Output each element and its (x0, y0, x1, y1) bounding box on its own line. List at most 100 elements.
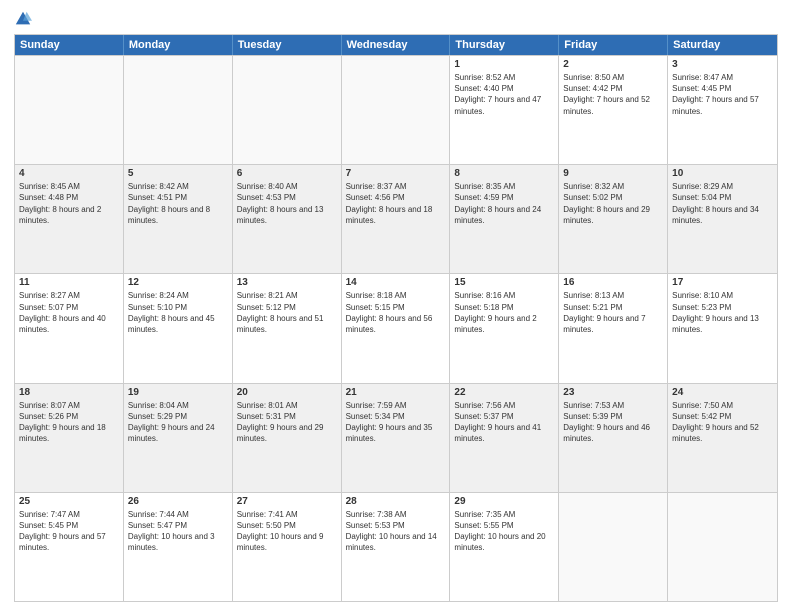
calendar-cell: 5 Sunrise: 8:42 AMSunset: 4:51 PMDaylight… (124, 165, 233, 273)
cell-sun-info: Sunrise: 8:10 AMSunset: 5:23 PMDaylight:… (672, 290, 773, 335)
day-number: 6 (237, 168, 337, 179)
cell-sun-info: Sunrise: 7:50 AMSunset: 5:42 PMDaylight:… (672, 400, 773, 445)
cell-sun-info: Sunrise: 7:59 AMSunset: 5:34 PMDaylight:… (346, 400, 446, 445)
header (14, 10, 778, 28)
calendar-cell: 6 Sunrise: 8:40 AMSunset: 4:53 PMDaylight… (233, 165, 342, 273)
logo (14, 10, 36, 28)
calendar-body: 1Sunrise: 8:52 AMSunset: 4:40 PMDaylight… (15, 55, 777, 601)
cell-sun-info: Sunrise: 8:04 AMSunset: 5:29 PMDaylight:… (128, 400, 228, 445)
day-number: 27 (237, 496, 337, 507)
day-number: 15 (454, 277, 554, 288)
cell-sun-info: Sunrise: 8:13 AMSunset: 5:21 PMDaylight:… (563, 290, 663, 335)
calendar-cell: 28 Sunrise: 7:38 AMSunset: 5:53 PMDayligh… (342, 493, 451, 601)
page: SundayMondayTuesdayWednesdayThursdayFrid… (0, 0, 792, 612)
header-day-wednesday: Wednesday (342, 35, 451, 55)
header-day-monday: Monday (124, 35, 233, 55)
day-number: 21 (346, 387, 446, 398)
calendar-cell: 18 Sunrise: 8:07 AMSunset: 5:26 PMDayligh… (15, 384, 124, 492)
calendar-cell: 21 Sunrise: 7:59 AMSunset: 5:34 PMDayligh… (342, 384, 451, 492)
calendar-cell: 23 Sunrise: 7:53 AMSunset: 5:39 PMDayligh… (559, 384, 668, 492)
calendar-header: SundayMondayTuesdayWednesdayThursdayFrid… (15, 35, 777, 55)
calendar-cell: 26 Sunrise: 7:44 AMSunset: 5:47 PMDayligh… (124, 493, 233, 601)
day-number: 12 (128, 277, 228, 288)
calendar-cell: 12 Sunrise: 8:24 AMSunset: 5:10 PMDayligh… (124, 274, 233, 382)
day-number: 8 (454, 168, 554, 179)
cell-sun-info: Sunrise: 8:47 AMSunset: 4:45 PMDaylight:… (672, 72, 773, 117)
day-number: 1 (454, 59, 554, 70)
day-number: 18 (19, 387, 119, 398)
header-day-friday: Friday (559, 35, 668, 55)
calendar-cell: 20Sunrise: 8:01 AMSunset: 5:31 PMDayligh… (233, 384, 342, 492)
calendar-cell (15, 56, 124, 164)
cell-sun-info: Sunrise: 7:47 AMSunset: 5:45 PMDaylight:… (19, 509, 119, 554)
cell-sun-info: Sunrise: 8:07 AMSunset: 5:26 PMDaylight:… (19, 400, 119, 445)
cell-sun-info: Sunrise: 7:56 AMSunset: 5:37 PMDaylight:… (454, 400, 554, 445)
calendar-cell: 24 Sunrise: 7:50 AMSunset: 5:42 PMDayligh… (668, 384, 777, 492)
cell-sun-info: Sunrise: 8:45 AMSunset: 4:48 PMDaylight:… (19, 181, 119, 226)
calendar-cell: 10 Sunrise: 8:29 AMSunset: 5:04 PMDayligh… (668, 165, 777, 273)
calendar-cell: 22 Sunrise: 7:56 AMSunset: 5:37 PMDayligh… (450, 384, 559, 492)
calendar-week-4: 18 Sunrise: 8:07 AMSunset: 5:26 PMDayligh… (15, 383, 777, 492)
calendar: SundayMondayTuesdayWednesdayThursdayFrid… (14, 34, 778, 602)
calendar-cell: 9Sunrise: 8:32 AMSunset: 5:02 PMDaylight… (559, 165, 668, 273)
cell-sun-info: Sunrise: 8:27 AMSunset: 5:07 PMDaylight:… (19, 290, 119, 335)
calendar-cell (342, 56, 451, 164)
header-day-thursday: Thursday (450, 35, 559, 55)
day-number: 19 (128, 387, 228, 398)
calendar-cell: 14Sunrise: 8:18 AMSunset: 5:15 PMDayligh… (342, 274, 451, 382)
day-number: 3 (672, 59, 773, 70)
calendar-cell: 16 Sunrise: 8:13 AMSunset: 5:21 PMDayligh… (559, 274, 668, 382)
calendar-cell: 15 Sunrise: 8:16 AMSunset: 5:18 PMDayligh… (450, 274, 559, 382)
day-number: 4 (19, 168, 119, 179)
day-number: 10 (672, 168, 773, 179)
day-number: 22 (454, 387, 554, 398)
day-number: 26 (128, 496, 228, 507)
cell-sun-info: Sunrise: 8:29 AMSunset: 5:04 PMDaylight:… (672, 181, 773, 226)
calendar-cell: 8 Sunrise: 8:35 AMSunset: 4:59 PMDaylight… (450, 165, 559, 273)
cell-sun-info: Sunrise: 8:37 AMSunset: 4:56 PMDaylight:… (346, 181, 446, 226)
cell-sun-info: Sunrise: 8:18 AMSunset: 5:15 PMDaylight:… (346, 290, 446, 335)
calendar-cell: 7 Sunrise: 8:37 AMSunset: 4:56 PMDaylight… (342, 165, 451, 273)
calendar-cell: 13 Sunrise: 8:21 AMSunset: 5:12 PMDayligh… (233, 274, 342, 382)
cell-sun-info: Sunrise: 7:41 AMSunset: 5:50 PMDaylight:… (237, 509, 337, 554)
header-day-sunday: Sunday (15, 35, 124, 55)
calendar-cell: 27 Sunrise: 7:41 AMSunset: 5:50 PMDayligh… (233, 493, 342, 601)
cell-sun-info: Sunrise: 8:50 AMSunset: 4:42 PMDaylight:… (563, 72, 663, 117)
cell-sun-info: Sunrise: 8:16 AMSunset: 5:18 PMDaylight:… (454, 290, 554, 335)
calendar-cell: 19 Sunrise: 8:04 AMSunset: 5:29 PMDayligh… (124, 384, 233, 492)
calendar-cell: 25Sunrise: 7:47 AMSunset: 5:45 PMDayligh… (15, 493, 124, 601)
calendar-cell (668, 493, 777, 601)
calendar-week-2: 4 Sunrise: 8:45 AMSunset: 4:48 PMDaylight… (15, 164, 777, 273)
day-number: 11 (19, 277, 119, 288)
calendar-cell (559, 493, 668, 601)
cell-sun-info: Sunrise: 7:53 AMSunset: 5:39 PMDaylight:… (563, 400, 663, 445)
day-number: 5 (128, 168, 228, 179)
day-number: 2 (563, 59, 663, 70)
calendar-cell: 1Sunrise: 8:52 AMSunset: 4:40 PMDaylight… (450, 56, 559, 164)
logo-icon (14, 10, 32, 28)
calendar-cell: 11 Sunrise: 8:27 AMSunset: 5:07 PMDayligh… (15, 274, 124, 382)
cell-sun-info: Sunrise: 7:44 AMSunset: 5:47 PMDaylight:… (128, 509, 228, 554)
day-number: 17 (672, 277, 773, 288)
cell-sun-info: Sunrise: 8:24 AMSunset: 5:10 PMDaylight:… (128, 290, 228, 335)
day-number: 23 (563, 387, 663, 398)
cell-sun-info: Sunrise: 7:38 AMSunset: 5:53 PMDaylight:… (346, 509, 446, 554)
cell-sun-info: Sunrise: 8:40 AMSunset: 4:53 PMDaylight:… (237, 181, 337, 226)
calendar-week-3: 11 Sunrise: 8:27 AMSunset: 5:07 PMDayligh… (15, 273, 777, 382)
calendar-cell: 3 Sunrise: 8:47 AMSunset: 4:45 PMDaylight… (668, 56, 777, 164)
day-number: 7 (346, 168, 446, 179)
cell-sun-info: Sunrise: 8:21 AMSunset: 5:12 PMDaylight:… (237, 290, 337, 335)
calendar-cell: 2 Sunrise: 8:50 AMSunset: 4:42 PMDaylight… (559, 56, 668, 164)
day-number: 13 (237, 277, 337, 288)
cell-sun-info: Sunrise: 8:35 AMSunset: 4:59 PMDaylight:… (454, 181, 554, 226)
day-number: 24 (672, 387, 773, 398)
day-number: 28 (346, 496, 446, 507)
cell-sun-info: Sunrise: 8:01 AMSunset: 5:31 PMDaylight:… (237, 400, 337, 445)
day-number: 29 (454, 496, 554, 507)
cell-sun-info: Sunrise: 8:42 AMSunset: 4:51 PMDaylight:… (128, 181, 228, 226)
cell-sun-info: Sunrise: 7:35 AMSunset: 5:55 PMDaylight:… (454, 509, 554, 554)
calendar-cell (233, 56, 342, 164)
day-number: 16 (563, 277, 663, 288)
header-day-saturday: Saturday (668, 35, 777, 55)
calendar-cell: 4 Sunrise: 8:45 AMSunset: 4:48 PMDaylight… (15, 165, 124, 273)
